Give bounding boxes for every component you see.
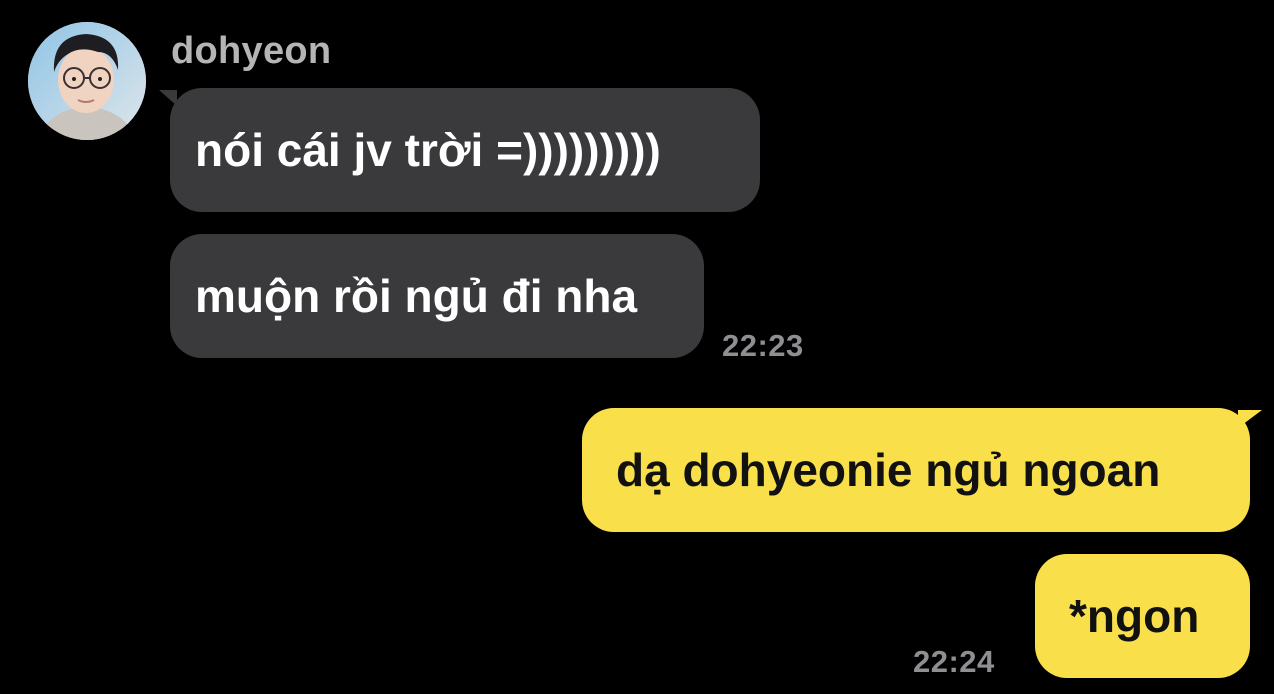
message-text: *ngon — [1069, 590, 1200, 642]
message-text: dạ dohyeonie ngủ ngoan — [616, 444, 1161, 496]
sender-avatar[interactable] — [28, 22, 146, 140]
profile-photo-icon — [28, 22, 146, 140]
outgoing-message-bubble[interactable]: dạ dohyeonie ngủ ngoan — [582, 408, 1250, 532]
message-timestamp: 22:23 — [722, 328, 804, 363]
message-text: muộn rồi ngủ đi nha — [195, 270, 638, 322]
sender-name: dohyeon — [171, 30, 332, 72]
incoming-message-bubble[interactable]: muộn rồi ngủ đi nha — [170, 234, 704, 358]
message-text: nói cái jv trời =))))))))) — [195, 124, 661, 176]
outgoing-message-bubble[interactable]: *ngon — [1035, 554, 1250, 678]
incoming-message-bubble[interactable]: nói cái jv trời =))))))))) — [170, 88, 760, 212]
message-timestamp: 22:24 — [913, 644, 995, 679]
